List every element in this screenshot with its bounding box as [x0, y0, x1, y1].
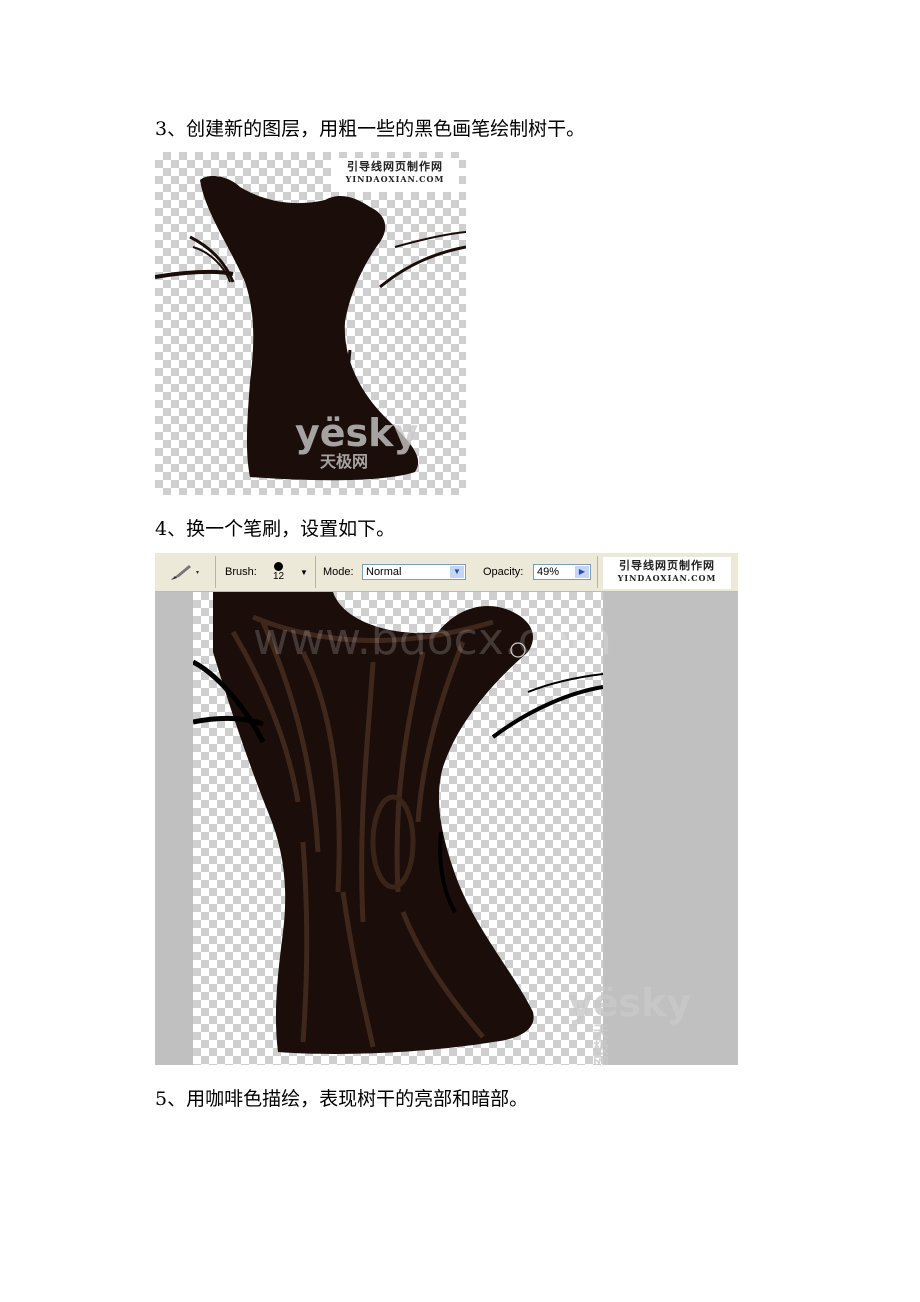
- watermark-en: YINDAOXIAN.COM: [617, 573, 717, 583]
- chevron-down-icon: [196, 571, 199, 574]
- mode-select[interactable]: Normal ▼: [362, 564, 466, 580]
- chevron-down-icon: ▼: [450, 566, 464, 578]
- figure-black-trunk: 引导线网页制作网 YINDAOXIAN.COM yësky 天极网: [155, 152, 466, 495]
- brush-tool-icon: [171, 565, 199, 580]
- yesky-logo-cn: 天极网: [320, 452, 369, 471]
- brush-dropdown-chevron-icon[interactable]: ▼: [300, 553, 308, 591]
- brush-size: 12: [273, 571, 285, 582]
- bdocx-watermark: www.bdocx.com: [253, 614, 612, 665]
- step-5-text: 5、用咖啡色描绘，表现树干的亮部和暗部。: [155, 1088, 529, 1110]
- watermark-en: YINDAOXIAN.COM: [345, 174, 445, 184]
- watermark-cn: 引导线网页制作网: [619, 559, 715, 572]
- yindaoxian-watermark: 引导线网页制作网 YINDAOXIAN.COM: [331, 158, 459, 192]
- opacity-value: 49%: [537, 566, 560, 578]
- step-3-text: 3、创建新的图层，用粗一些的黑色画笔绘制树干。: [155, 118, 586, 140]
- mode-value: Normal: [366, 566, 402, 578]
- step-4-text: 4、换一个笔刷，设置如下。: [155, 518, 396, 540]
- yesky-logo: yësky: [568, 981, 692, 1025]
- yesky-logo-cn: 天极网: [593, 1022, 610, 1066]
- brush-picker[interactable]: 12: [273, 553, 284, 591]
- opacity-input[interactable]: 49% ▶: [533, 564, 591, 580]
- yindaoxian-watermark: 引导线网页制作网 YINDAOXIAN.COM: [603, 557, 731, 589]
- brush-options-bar: Brush: 12 ▼ Mode: Normal ▼ Opacity: 49% …: [155, 553, 738, 592]
- brush-tool-preset-button[interactable]: [169, 553, 203, 591]
- brush-dot-icon: [274, 562, 284, 571]
- figure-photoshop-brush: Brush: 12 ▼ Mode: Normal ▼ Opacity: 49% …: [155, 553, 738, 1065]
- watermark-cn: 引导线网页制作网: [347, 160, 443, 173]
- brush-label: Brush:: [225, 566, 257, 578]
- canvas[interactable]: www.bdocx.com yësky 天极网: [193, 592, 691, 1065]
- chevron-right-icon[interactable]: ▶: [575, 566, 589, 578]
- mode-label: Mode:: [323, 566, 354, 578]
- opacity-label: Opacity:: [483, 566, 524, 578]
- yesky-logo: yësky: [295, 411, 419, 455]
